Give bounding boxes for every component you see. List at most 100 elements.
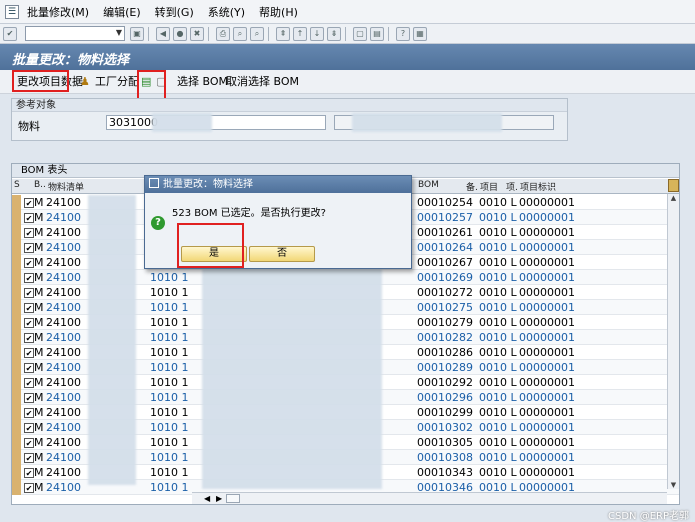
new-session-icon[interactable]: ▢ [353, 26, 367, 41]
back-icon[interactable]: ◀ [156, 26, 170, 41]
row-selector[interactable] [12, 375, 21, 390]
enter-icon[interactable]: ✔ [3, 26, 17, 41]
menu-batch-change[interactable]: 批量修改(M) [27, 4, 89, 20]
column-header[interactable]: S [14, 180, 20, 190]
find-next-icon[interactable]: ⌕ [250, 26, 264, 41]
chevron-down-icon[interactable]: ▼ [116, 28, 122, 37]
row-checkbox[interactable]: ✔ [24, 243, 34, 253]
row-selector[interactable] [12, 390, 21, 405]
prev-page-icon[interactable]: ↑ [293, 26, 307, 41]
row-selector[interactable] [12, 240, 21, 255]
row-selector[interactable] [12, 315, 21, 330]
layout-icon[interactable]: ▦ [413, 26, 427, 41]
column-header[interactable]: BOM [418, 180, 439, 190]
row-checkbox[interactable]: ✔ [24, 273, 34, 283]
row-checkbox[interactable]: ✔ [24, 288, 34, 298]
menu-goto[interactable]: 转到(G) [155, 4, 194, 20]
print-icon[interactable]: ⎙ [216, 26, 230, 41]
sap-menu-icon[interactable]: ☰ [5, 4, 19, 19]
save-icon[interactable]: ▣ [130, 26, 144, 41]
row-selector[interactable] [12, 225, 21, 240]
row-checkbox[interactable]: ✔ [24, 378, 34, 388]
row-checkbox[interactable]: ✔ [24, 468, 34, 478]
scroll-thumb[interactable] [226, 494, 240, 503]
first-page-icon[interactable]: ⇞ [276, 26, 290, 41]
row-selector[interactable] [12, 330, 21, 345]
exit-icon[interactable]: ● [173, 26, 187, 41]
help-icon[interactable]: ? [396, 26, 410, 41]
cell-item-id: 00000001 [519, 331, 575, 344]
plant-assign-button[interactable]: 工厂分配 [95, 74, 139, 90]
row-checkbox[interactable]: ✔ [24, 483, 34, 493]
last-page-icon[interactable]: ⇟ [327, 26, 341, 41]
scroll-left-icon[interactable]: ◀ [204, 494, 210, 503]
row-checkbox[interactable]: ✔ [24, 363, 34, 373]
cell-item-id: 00000001 [519, 361, 575, 374]
row-checkbox[interactable]: ✔ [24, 408, 34, 418]
row-checkbox[interactable]: ✔ [24, 333, 34, 343]
highlight-box [177, 223, 244, 268]
cell-plant: 1010 1 [150, 271, 189, 284]
cell-material: 24100 [46, 361, 81, 374]
vertical-scrollbar[interactable]: ▲ ▼ [667, 194, 679, 489]
cell-bom-usage: M [34, 391, 44, 404]
cell-item-id: 00000001 [519, 241, 575, 254]
row-selector[interactable] [12, 420, 21, 435]
row-selector[interactable] [12, 360, 21, 375]
column-header[interactable]: B.. [34, 180, 46, 190]
row-checkbox[interactable]: ✔ [24, 213, 34, 223]
row-selector[interactable] [12, 345, 21, 360]
row-checkbox[interactable]: ✔ [24, 438, 34, 448]
cell-item: 0010 L [479, 436, 517, 449]
row-checkbox[interactable]: ✔ [24, 228, 34, 238]
column-header[interactable]: 备. [466, 180, 478, 193]
cell-plant: 1010 1 [150, 376, 189, 389]
command-field[interactable]: ▼ [25, 26, 125, 41]
row-checkbox[interactable]: ✔ [24, 348, 34, 358]
row-checkbox[interactable]: ✔ [24, 303, 34, 313]
menu-system[interactable]: 系统(Y) [208, 4, 245, 20]
select-bom-button[interactable]: 选择 BOM [177, 74, 228, 90]
menu-edit[interactable]: 编辑(E) [103, 4, 141, 20]
cancel-icon[interactable]: ✖ [190, 26, 204, 41]
row-checkbox[interactable]: ✔ [24, 423, 34, 433]
column-header[interactable]: 项目标识 [520, 180, 556, 193]
menu-help[interactable]: 帮助(H) [259, 4, 298, 20]
cell-item: 0010 L [479, 301, 517, 314]
row-checkbox[interactable]: ✔ [24, 198, 34, 208]
deselect-bom-button[interactable]: 取消选择 BOM [226, 74, 299, 90]
scroll-down-icon[interactable]: ▼ [668, 481, 679, 489]
row-selector[interactable] [12, 450, 21, 465]
cell-bom-usage: M [34, 406, 44, 419]
cell-plant: 1010 1 [150, 361, 189, 374]
row-selector[interactable] [12, 405, 21, 420]
column-header[interactable]: 物料清单 [48, 180, 84, 193]
row-selector[interactable] [12, 465, 21, 480]
page-title: 批量更改：物料选择 [0, 44, 695, 70]
scroll-up-icon[interactable]: ▲ [668, 194, 679, 202]
shortcut-icon[interactable]: ▤ [370, 26, 384, 41]
row-selector[interactable] [12, 255, 21, 270]
row-checkbox[interactable]: ✔ [24, 318, 34, 328]
row-selector[interactable] [12, 210, 21, 225]
row-selector[interactable] [12, 480, 21, 495]
horizontal-scrollbar[interactable]: ◀ ▶ [192, 492, 667, 504]
row-selector[interactable] [12, 285, 21, 300]
row-checkbox[interactable]: ✔ [24, 258, 34, 268]
no-button[interactable]: 否 [249, 246, 315, 262]
column-header[interactable]: 项目 [480, 180, 498, 193]
column-header[interactable]: 项. [506, 180, 518, 193]
row-selector[interactable] [12, 435, 21, 450]
row-selector[interactable] [12, 270, 21, 285]
material-field[interactable]: 3031000 [106, 115, 326, 130]
row-checkbox[interactable]: ✔ [24, 453, 34, 463]
row-checkbox[interactable]: ✔ [24, 393, 34, 403]
row-selector[interactable] [12, 195, 21, 210]
find-icon[interactable]: ⌕ [233, 26, 247, 41]
column-settings-icon[interactable] [668, 179, 679, 192]
scroll-right-icon[interactable]: ▶ [216, 494, 222, 503]
application-toolbar: 更改项目数据 ♟ 工厂分配 ▤ ▢ 选择 BOM 取消选择 BOM [0, 70, 695, 94]
next-page-icon[interactable]: ↓ [310, 26, 324, 41]
cell-bom-usage: M [34, 421, 44, 434]
row-selector[interactable] [12, 300, 21, 315]
